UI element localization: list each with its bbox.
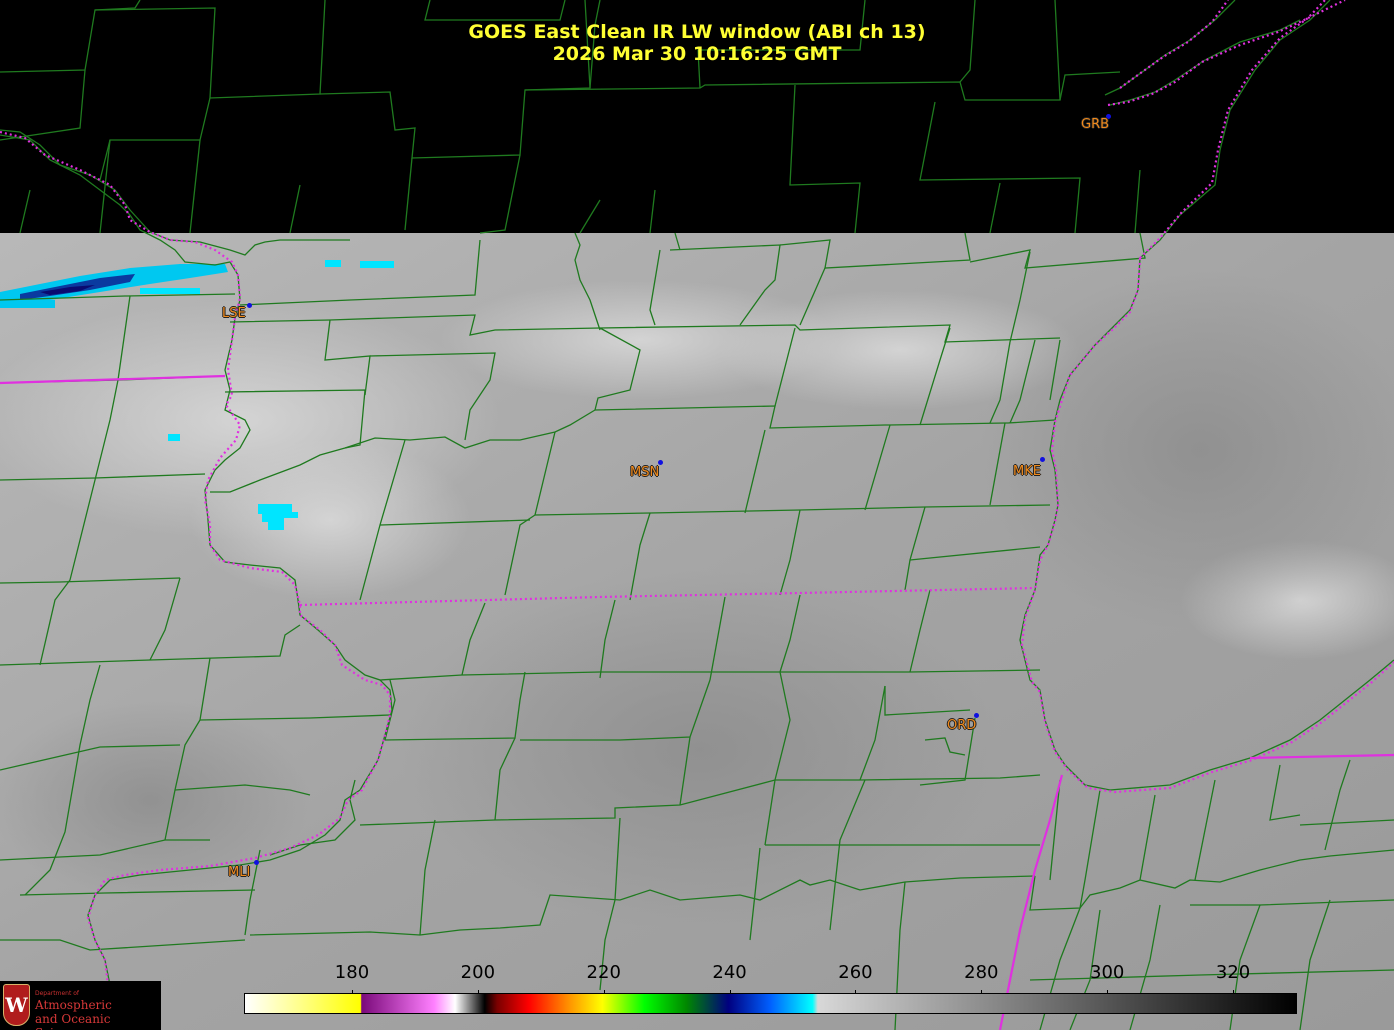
colorbar-tick-mark [1107, 990, 1109, 994]
station-label-lse: LSE [222, 306, 246, 321]
colorbar-tick-mark [729, 990, 731, 994]
station-dot-mli [254, 860, 259, 865]
image-timestamp: 2026 Mar 30 10:16:25 GMT [552, 43, 842, 65]
colorbar-tick-label: 180 [334, 962, 370, 983]
colorbar [244, 993, 1297, 1014]
colorbar-tick-mark [981, 990, 983, 994]
colorbar-tick-label: 260 [838, 962, 873, 983]
station-dot-mke [1040, 457, 1045, 462]
logo-dept-text: Department of [35, 990, 79, 997]
colorbar-tick-label: 280 [964, 962, 999, 983]
station-label-mke: MKE [1013, 464, 1041, 479]
colorbar-tick-label: 220 [586, 962, 621, 983]
station-dot-lse [247, 303, 252, 308]
station-label-msn: MSN [630, 465, 660, 480]
colorbar-tick-mark [1233, 990, 1235, 994]
colorbar-tick-mark [477, 990, 479, 994]
station-label-ord: ORD [947, 718, 977, 733]
colorbar-tick-mark [351, 990, 353, 994]
colorbar-tick-label: 320 [1215, 962, 1251, 983]
logo-line1: Atmospheric [35, 998, 112, 1012]
aos-logo: W Department of Atmospheric and Oceanic … [0, 981, 161, 1030]
colorbar-tick-mark [603, 990, 605, 994]
map-canvas [0, 0, 1394, 1030]
station-label-mli: MLI [228, 865, 251, 880]
uw-shield-icon: W [3, 984, 30, 1026]
image-title: GOES East Clean IR LW window (ABI ch 13) [468, 21, 926, 43]
colorbar-tick-mark [855, 990, 857, 994]
colorbar-tick-label: 300 [1090, 962, 1125, 983]
logo-line2: and Oceanic Sciences [35, 1012, 111, 1030]
colorbar-tick-label: 240 [712, 962, 747, 983]
colorbar-tick-label: 200 [460, 962, 496, 983]
station-label-grb: GRB [1081, 117, 1110, 132]
satellite-image: GOES East Clean IR LW window (ABI ch 13)… [0, 0, 1394, 1030]
ir-imagery [0, 0, 1394, 1030]
